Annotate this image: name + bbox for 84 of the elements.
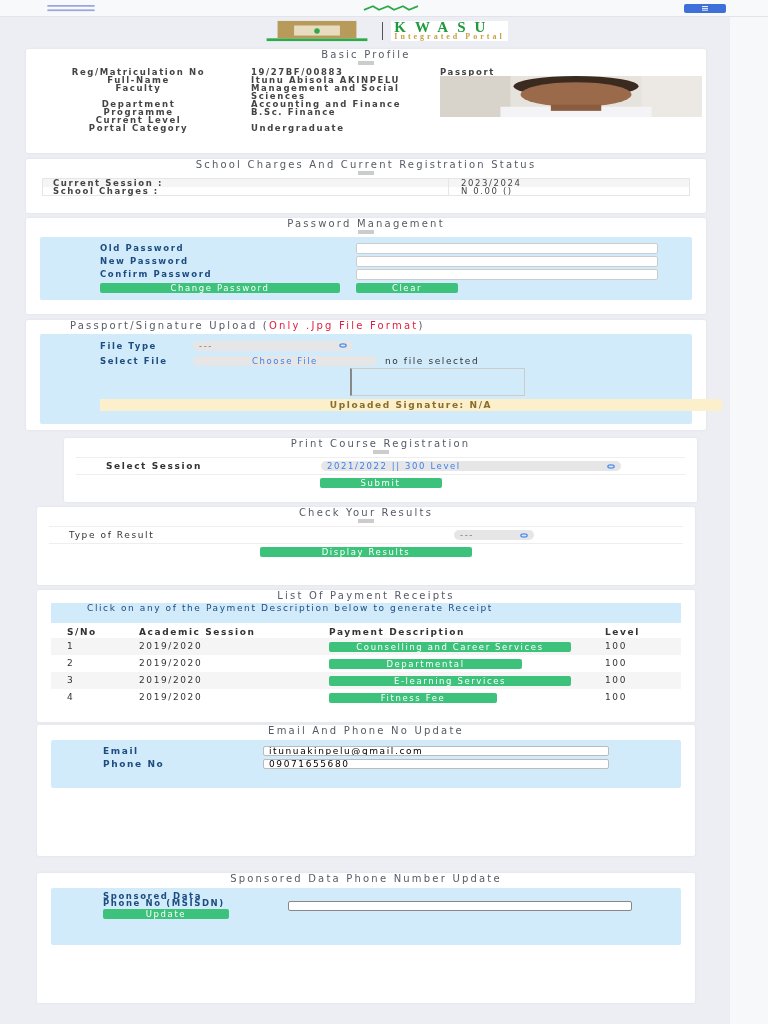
payment-description-button[interactable]: E-learning Services	[329, 675, 571, 686]
table-cell-text: 100	[605, 694, 628, 701]
caret-icon	[339, 343, 347, 348]
field-label: Select File	[100, 357, 169, 364]
table-cell-text: N 0.00 ()	[460, 187, 513, 195]
field-value: 19/27BF/00883	[251, 68, 344, 76]
caret-icon	[520, 532, 528, 538]
table-cell: Current Session :	[43, 179, 449, 187]
field-label: Department	[100, 100, 177, 108]
payment-description-button[interactable]: Departmental	[329, 658, 522, 669]
logo-subtitle: Integrated Portal	[394, 33, 505, 41]
card-title: Passport/Signature Upload (Only .Jpg File Format)	[69, 320, 426, 331]
result-type-select[interactable]: ---	[454, 530, 534, 540]
table-cell-text: 2019/2020	[139, 643, 204, 650]
table-cell-text: 2023/2024	[460, 179, 522, 187]
text-field[interactable]: 09071655680	[263, 758, 609, 769]
caret-icon	[607, 463, 615, 469]
table-cell-text: 2019/2020	[139, 694, 204, 701]
file-status: no file selected	[385, 355, 480, 366]
passport-label: Passport	[440, 68, 496, 76]
field-label: File Type	[100, 342, 158, 349]
table-cell-text: 100	[605, 660, 628, 667]
column-header: Payment Description	[329, 629, 466, 636]
field-value: Accounting and Finance	[251, 100, 403, 108]
menu-icon[interactable]	[44, 4, 98, 12]
text-field[interactable]: itunuakinpelu@gmail.com	[263, 745, 609, 756]
field-value: Itunu Abisola AKINPELU	[251, 76, 402, 84]
logo-title: KWASU	[394, 21, 495, 33]
field-label: Email	[103, 745, 140, 756]
field-label: Faculty	[114, 84, 163, 95]
table-cell-text: 100	[605, 643, 628, 650]
card-title: Password Management	[286, 218, 446, 229]
column-header: Level	[605, 629, 641, 636]
field-label: Sponsored Data Phone No (MSISDN)	[103, 893, 226, 907]
field-label: Confirm Password	[100, 270, 214, 279]
password-field[interactable]	[356, 243, 658, 254]
clear-button[interactable]: Clear	[356, 282, 458, 293]
field-label: Old Password	[100, 244, 186, 253]
column-header: S/No	[66, 629, 98, 636]
field-label: Portal Category	[87, 124, 190, 132]
card-title: Basic Profile	[320, 49, 412, 60]
column-header: Academic Session	[139, 629, 257, 636]
display-results-button[interactable]: Display Results	[260, 547, 472, 557]
card-title: Sponsored Data Phone Number Update	[229, 873, 503, 884]
phone-field[interactable]	[288, 901, 632, 911]
field-label: Current Level	[95, 116, 182, 124]
change-password-button[interactable]: Change Password	[100, 282, 340, 293]
file-type-select[interactable]: ---	[193, 340, 353, 351]
table-cell-text: 2019/2020	[139, 677, 204, 684]
update-button[interactable]: Update	[103, 909, 229, 919]
table-cell-text: 2	[66, 660, 76, 667]
table-cell-text: 1	[66, 643, 76, 650]
card-title: School Charges And Current Registration Status	[194, 159, 538, 170]
table-cell-text: 2019/2020	[139, 660, 204, 667]
menu-button[interactable]	[684, 3, 726, 13]
signature-status: Uploaded Signature: N/A	[100, 399, 722, 411]
field-label: Full-Name	[107, 76, 170, 84]
field-label: Phone No	[103, 758, 166, 769]
submit-button[interactable]: Submit	[319, 478, 442, 488]
field-value: Undergraduate	[251, 124, 346, 132]
field-label: Type of Result	[69, 530, 156, 540]
card-title: List Of Payment Receipts	[276, 590, 456, 601]
table-cell-text: 100	[605, 677, 628, 684]
info-message: Click on any of the Payment Description below to generate Receipt	[51, 603, 681, 623]
field-label: New Password	[100, 257, 190, 266]
field-value: B.Sc. Finance	[251, 108, 338, 116]
card-title: Check Your Results	[297, 507, 435, 518]
card-title: Print Course Registration	[289, 438, 472, 449]
field-label: Reg/Matriculation No	[70, 68, 207, 76]
choose-file-button[interactable]: Choose File	[193, 355, 377, 366]
table-cell: School Charges :	[43, 187, 449, 195]
payment-description-button[interactable]: Counselling and Career Services	[329, 641, 571, 652]
table-cell-text: 3	[66, 677, 76, 684]
field-label: Programme	[103, 108, 174, 116]
logo-mark-icon	[361, 4, 421, 12]
menu-icon	[702, 5, 708, 11]
field-value: Management and Social Sciences	[251, 84, 401, 100]
payment-description-button[interactable]: Fitness Fee	[329, 692, 497, 703]
field-label: Select Session	[106, 461, 203, 471]
card-title: Email And Phone No Update	[267, 725, 465, 736]
password-field[interactable]	[356, 256, 658, 267]
password-field[interactable]	[356, 269, 658, 280]
session-select[interactable]: 2021/2022 || 300 Level	[321, 461, 621, 471]
table-cell-text: 4	[66, 694, 76, 701]
